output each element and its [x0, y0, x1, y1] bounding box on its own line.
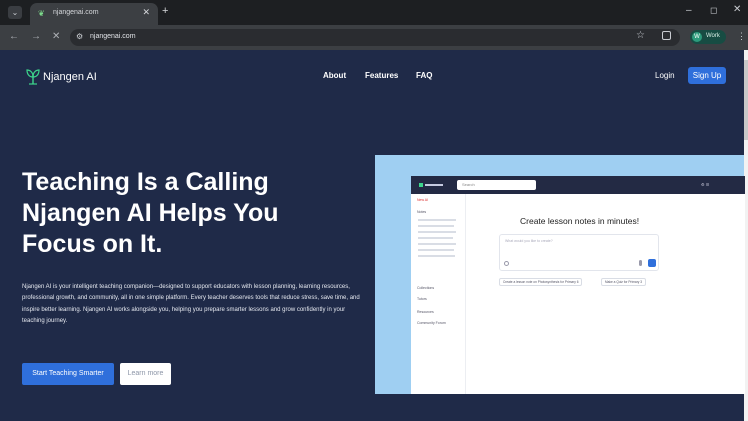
preview-send-icon	[648, 259, 656, 267]
preview-topbar: Search ⚙ ☰	[411, 176, 745, 194]
nav-about[interactable]: About	[323, 71, 346, 80]
preview-sidebar-line	[418, 219, 456, 221]
preview-search: Search	[457, 180, 536, 190]
headline-line-2: Njangen AI Helps You	[22, 199, 279, 227]
preview-sidebar-item: Notes	[417, 210, 427, 214]
address-bar[interactable]: ⚙ njangenai.com	[70, 29, 680, 46]
nav-faq[interactable]: FAQ	[416, 71, 432, 80]
avatar: W	[692, 32, 702, 42]
brand-name: Njangen AI	[43, 71, 97, 83]
browser-tabstrip: ⌄ ❦ njangenai.com ✕ + – ◻ ✕	[0, 0, 748, 25]
preview-sidebar-line	[418, 249, 454, 251]
preview-mic-icon	[639, 260, 642, 266]
new-tab-icon[interactable]: +	[162, 5, 168, 17]
site-info-icon[interactable]: ⚙	[76, 32, 83, 41]
preview-sidebar-item: Community Forum	[417, 321, 446, 325]
preview-sidebar-item: Tutors	[417, 297, 427, 301]
preview-prompt-box: What would you like to create?	[499, 234, 659, 271]
extensions-icon[interactable]	[662, 31, 671, 40]
sprout-logo-icon	[26, 69, 40, 85]
hero-description: Njangen AI is your intelligent teaching …	[22, 284, 360, 324]
preview-sidebar-item: Collections	[417, 286, 435, 290]
site-favicon-icon: ❦	[38, 9, 45, 18]
preview-sidebar: New AI Notes Collections Tutors Resource…	[411, 194, 466, 394]
learn-more-button[interactable]: Learn more	[120, 363, 171, 385]
preview-suggestion-chip: Make a Quiz for Primary 3	[601, 278, 647, 286]
preview-sidebar-item: Resources	[417, 310, 434, 314]
preview-sidebar-line	[418, 243, 456, 245]
scrollbar-thumb[interactable]	[744, 60, 748, 140]
headline-line-3: Focus on It.	[22, 230, 163, 258]
signup-button[interactable]: Sign Up	[688, 67, 726, 84]
preview-attach-icon	[504, 261, 509, 266]
nav-features[interactable]: Features	[365, 71, 398, 80]
profile-label: Work	[706, 33, 720, 39]
url-text: njangenai.com	[90, 33, 136, 40]
tab-search-icon[interactable]: ⌄	[8, 6, 22, 19]
browser-tab[interactable]: ❦ njangenai.com ✕	[30, 3, 158, 25]
login-link[interactable]: Login	[655, 71, 675, 80]
tab-close-icon[interactable]: ✕	[142, 7, 150, 18]
tab-title: njangenai.com	[53, 9, 99, 16]
preview-top-icons: ⚙ ☰	[701, 182, 710, 187]
bookmark-star-icon[interactable]: ☆	[636, 30, 645, 41]
forward-icon[interactable]: →	[31, 31, 41, 42]
preview-prompt-placeholder: What would you like to create?	[505, 239, 553, 243]
preview-sidebar-line	[418, 225, 454, 227]
preview-title: Create lesson notes in minutes!	[520, 216, 640, 226]
preview-sidebar-line	[418, 255, 455, 257]
preview-sidebar-line	[418, 237, 453, 239]
hero-headline: Teaching Is a Calling Njangen AI Helps Y…	[22, 167, 362, 260]
window-close-icon[interactable]: ✕	[733, 4, 741, 15]
preview-suggestion-chip: Create a lesson note on Photosynthesis f…	[499, 278, 583, 286]
preview-logo-icon	[419, 183, 443, 187]
product-preview-screenshot: Search ⚙ ☰ New AI Notes Collections Tuto…	[411, 176, 745, 394]
preview-sidebar-line	[418, 231, 456, 233]
minimize-icon[interactable]: –	[686, 5, 692, 16]
profile-button[interactable]: W Work	[690, 30, 726, 44]
start-teaching-button[interactable]: Start Teaching Smarter	[22, 363, 114, 385]
maximize-icon[interactable]: ◻	[710, 5, 717, 16]
headline-line-1: Teaching Is a Calling	[22, 168, 269, 196]
browser-menu-icon[interactable]: ⋮	[737, 31, 746, 42]
back-icon[interactable]: ←	[9, 31, 19, 42]
preview-sidebar-item: New AI	[417, 198, 429, 202]
stop-icon[interactable]: ✕	[52, 31, 60, 42]
